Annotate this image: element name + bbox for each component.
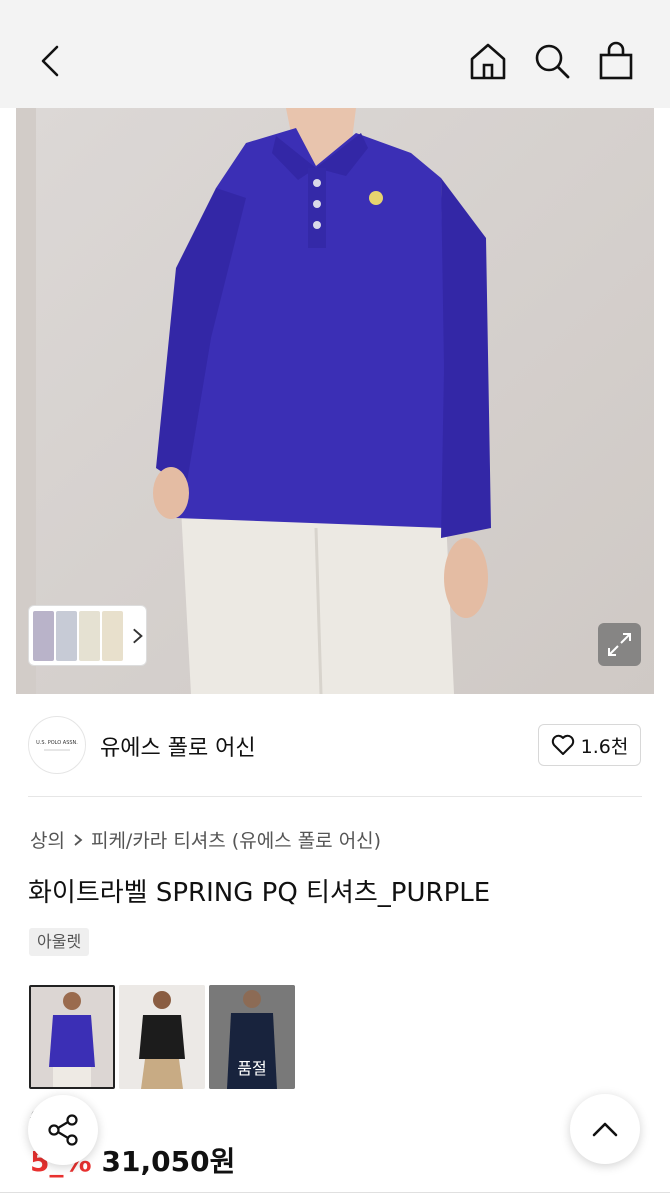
scroll-to-top-button[interactable] bbox=[570, 1094, 640, 1164]
gallery-thumbnail[interactable] bbox=[101, 610, 123, 661]
breadcrumb: 상의 피케/카라 티셔츠 (유에스 폴로 어신) bbox=[30, 826, 381, 853]
divider bbox=[28, 796, 642, 797]
search-button[interactable] bbox=[528, 36, 576, 86]
gallery-thumbnail[interactable] bbox=[33, 610, 54, 661]
outlet-badge: 아울렛 bbox=[29, 928, 90, 956]
top-navigation-bar bbox=[0, 0, 670, 108]
shopping-bag-icon bbox=[599, 41, 633, 80]
brand-row: U.S. POLO ASSN. 유에스 폴로 어신 1.6천 bbox=[28, 716, 642, 776]
share-button[interactable] bbox=[28, 1095, 98, 1165]
color-option-black[interactable] bbox=[119, 985, 205, 1089]
brand-logo[interactable]: U.S. POLO ASSN. bbox=[28, 716, 86, 774]
chevron-right-icon[interactable] bbox=[129, 626, 146, 646]
product-title: 화이트라벨 SPRING PQ 티셔츠_PURPLE bbox=[28, 878, 491, 908]
share-icon bbox=[48, 1114, 78, 1146]
home-icon bbox=[470, 43, 506, 80]
like-count: 1.6천 bbox=[580, 735, 629, 758]
chevron-left-icon bbox=[41, 45, 59, 77]
color-option-navy[interactable]: 품절 bbox=[209, 985, 295, 1089]
shopping-bag-button[interactable] bbox=[592, 36, 640, 86]
back-button[interactable] bbox=[28, 38, 72, 84]
heart-icon bbox=[551, 734, 574, 755]
chevron-up-icon bbox=[592, 1122, 618, 1137]
breadcrumb-category[interactable]: 상의 bbox=[30, 826, 65, 853]
polo-player-logo-icon: U.S. POLO ASSN. bbox=[36, 740, 78, 751]
gallery-thumbnail[interactable] bbox=[55, 610, 77, 661]
color-option-purple[interactable] bbox=[29, 985, 115, 1089]
product-thumbnail-illustration bbox=[31, 987, 113, 1087]
bottom-divider bbox=[0, 1192, 670, 1193]
breadcrumb-subcategory[interactable]: 피케/카라 티셔츠 (유에스 폴로 어신) bbox=[91, 826, 381, 853]
product-thumbnail-illustration bbox=[119, 985, 205, 1089]
search-icon bbox=[535, 44, 570, 79]
gallery-thumbnail[interactable] bbox=[78, 610, 100, 661]
expand-icon bbox=[608, 633, 631, 656]
brand-name[interactable]: 유에스 폴로 어신 bbox=[100, 730, 256, 762]
soldout-label: 품절 bbox=[237, 1059, 267, 1078]
like-button[interactable]: 1.6천 bbox=[538, 724, 641, 766]
gallery-thumbnail-strip[interactable] bbox=[28, 605, 147, 666]
sale-price: 31,050원 bbox=[101, 1145, 236, 1178]
svg-text:U.S. POLO ASSN.: U.S. POLO ASSN. bbox=[36, 740, 78, 746]
color-options: 품절 bbox=[29, 985, 295, 1089]
chevron-right-icon bbox=[74, 833, 83, 846]
home-button[interactable] bbox=[464, 36, 512, 86]
expand-image-button[interactable] bbox=[598, 623, 641, 666]
